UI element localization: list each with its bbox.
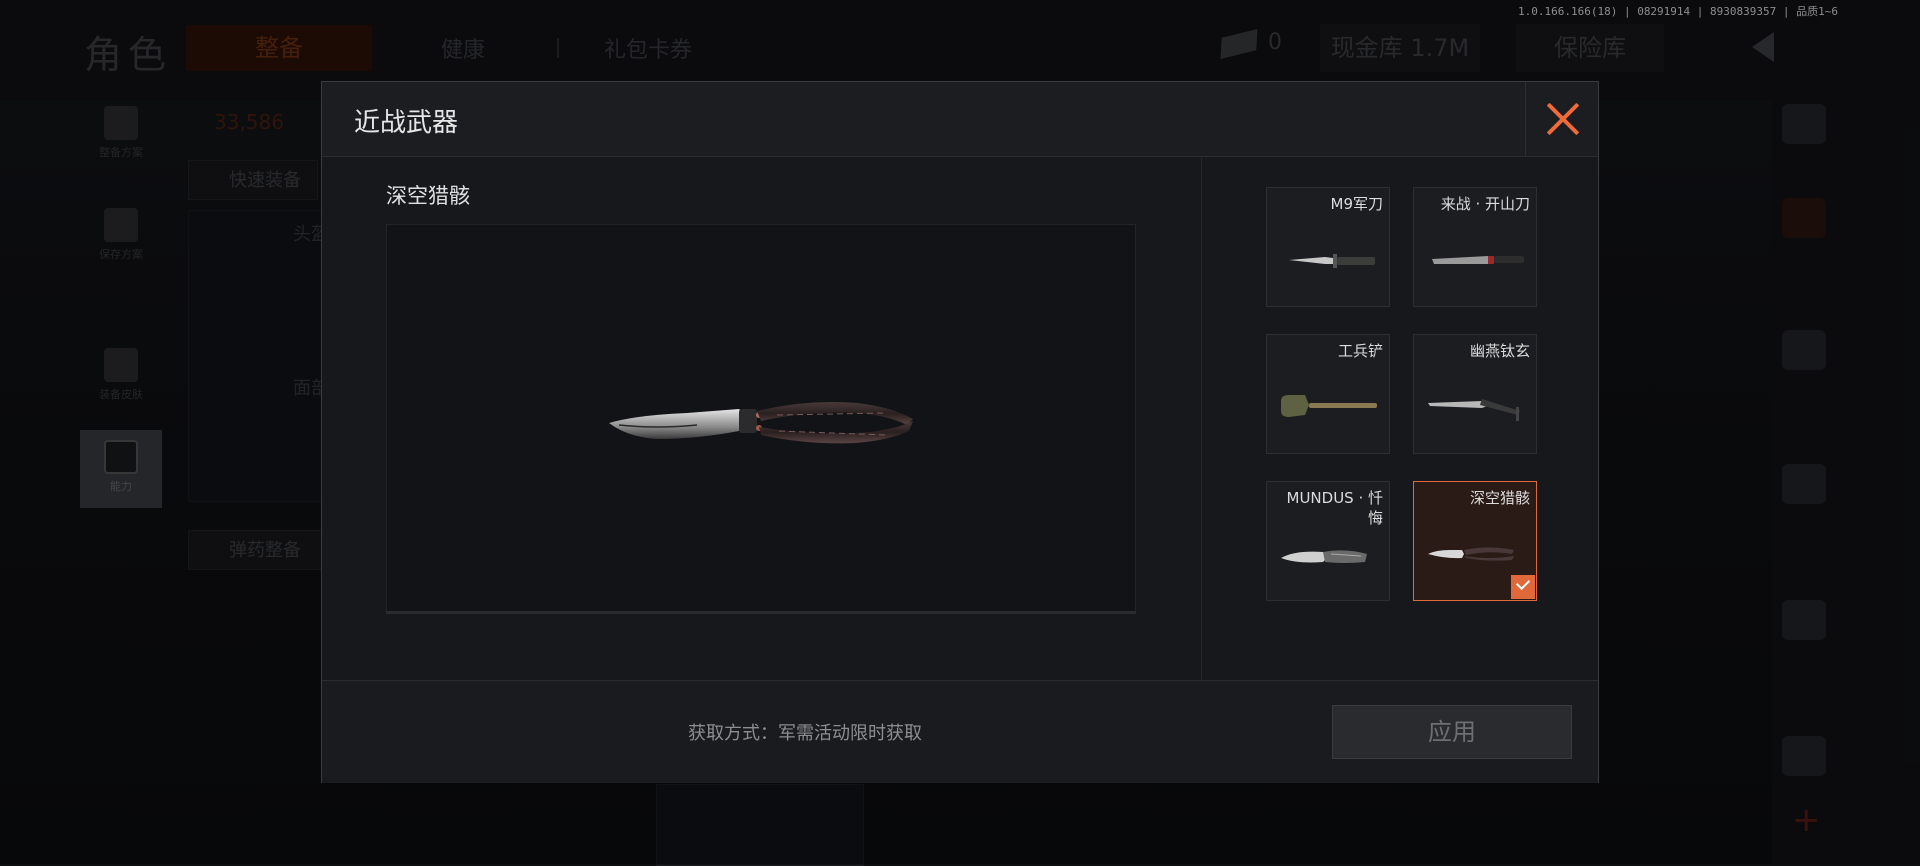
weapon-preview	[386, 224, 1136, 614]
weapon-item-shenkong[interactable]: 深空猎骸	[1413, 481, 1537, 601]
weapon-item-name: 工兵铲	[1337, 342, 1383, 360]
blade-icon	[1428, 399, 1520, 421]
selected-check-icon	[1511, 575, 1535, 599]
apply-button[interactable]: 应用	[1332, 705, 1572, 759]
weapon-item-name: 幽燕钛玄	[1469, 342, 1530, 360]
preview-weapon-name: 深空猎骸	[386, 184, 470, 208]
dialog-footer: 获取方式：军需活动限时获取 应用	[322, 680, 1598, 783]
machete-icon	[1432, 256, 1524, 264]
weapon-item-shovel[interactable]: 工兵铲	[1266, 334, 1390, 454]
close-icon[interactable]	[1546, 102, 1580, 136]
shovel-icon	[1281, 395, 1377, 417]
weapon-item-machete[interactable]: 来战 · 开山刀	[1413, 187, 1537, 307]
panel-divider	[1201, 156, 1202, 682]
weapon-item-name: 深空猎骸	[1469, 489, 1530, 507]
dialog-title: 近战武器	[354, 108, 459, 138]
preview-bottom-edge	[386, 611, 1136, 614]
weapon-item-name: MUNDUS · 忏悔	[1286, 489, 1384, 527]
close-button[interactable]	[1525, 82, 1599, 156]
dialog-header: 近战武器	[322, 82, 1598, 157]
weapon-item-name: 来战 · 开山刀	[1440, 195, 1530, 213]
weapon-item-youyan[interactable]: 幽燕钛玄	[1413, 334, 1537, 454]
karambit-icon	[1281, 550, 1367, 563]
weapon-item-m9[interactable]: M9军刀	[1266, 187, 1390, 307]
weapon-item-name: M9军刀	[1330, 195, 1384, 213]
melee-weapon-dialog: 近战武器 深空猎骸 M9军刀 来战 · 开山刀 工兵铲 幽燕钛玄 MUNDUS …	[321, 81, 1599, 783]
weapon-item-mundus[interactable]: MUNDUS · 忏悔	[1266, 481, 1390, 601]
bayonet-icon	[1289, 254, 1375, 268]
butterfly-knife-icon	[609, 402, 913, 444]
butterfly-knife-icon	[1428, 547, 1514, 561]
acquisition-text: 获取方式：军需活动限时获取	[688, 723, 922, 744]
